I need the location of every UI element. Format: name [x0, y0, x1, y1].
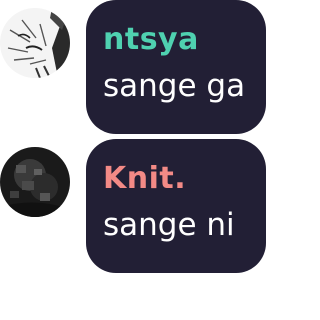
chat-message: ntsya sange ga: [0, 0, 266, 134]
dark-photo-avatar-image: [0, 147, 70, 217]
chat-log: ntsya sange ga Knit. sange ni: [0, 0, 266, 320]
message-text: sange ni: [103, 207, 235, 243]
chat-message: Knit. sange ni: [0, 139, 266, 273]
avatar[interactable]: [0, 8, 70, 78]
avatar[interactable]: [0, 147, 70, 217]
message-bubble[interactable]: Knit. sange ni: [86, 139, 266, 273]
message-text: sange ga: [103, 68, 246, 104]
author-name[interactable]: ntsya: [103, 22, 266, 58]
author-name[interactable]: Knit.: [103, 161, 266, 197]
message-bubble[interactable]: ntsya sange ga: [86, 0, 266, 134]
anime-sketch-avatar-image: [0, 8, 70, 78]
